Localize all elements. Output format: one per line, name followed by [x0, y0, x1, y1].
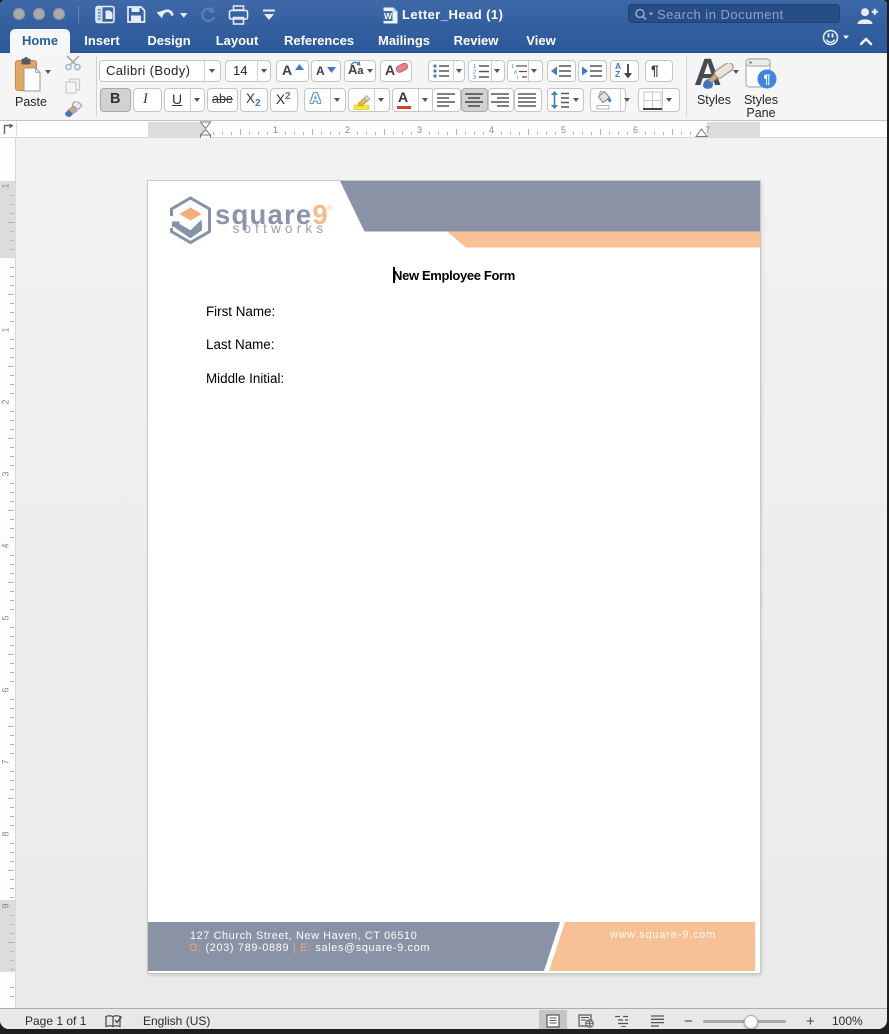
svg-text:3: 3 [473, 75, 476, 79]
svg-text:¶: ¶ [764, 73, 771, 87]
svg-text:W: W [384, 11, 393, 21]
svg-text:i: i [517, 75, 518, 79]
